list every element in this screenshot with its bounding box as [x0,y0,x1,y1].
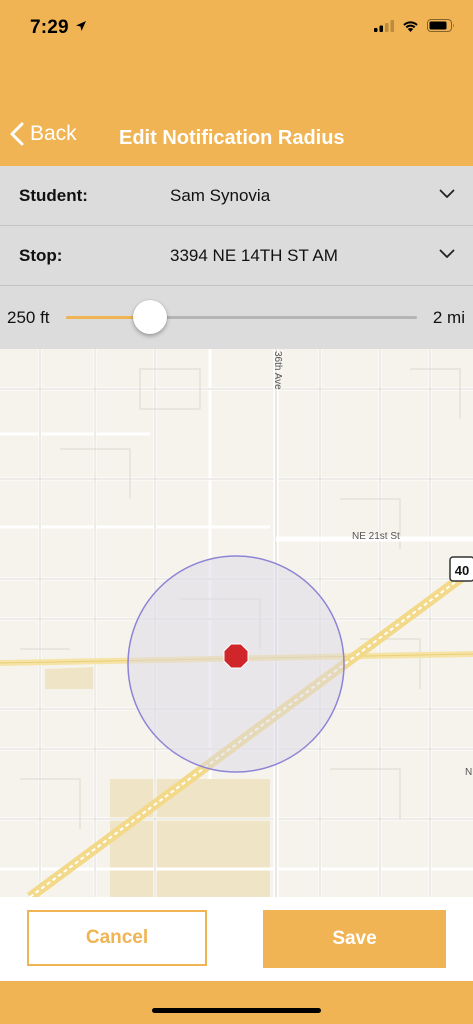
chevron-down-icon [439,249,455,258]
chevron-down-icon [439,189,455,198]
navigation-bar: Back Edit Notification Radius [0,110,473,166]
student-label: Student: [19,186,88,205]
map-label-street: NE 21st St [352,531,400,542]
map-label-edge: N [465,767,473,778]
stop-value: 3394 NE 14TH ST AM [170,246,338,265]
home-indicator [152,1008,321,1013]
status-bar: 7:29 [0,0,473,58]
slider-thumb[interactable] [133,300,168,334]
location-arrow-icon [76,21,86,31]
cellular-signal-icon [374,19,394,32]
status-icons [374,19,455,32]
battery-icon [427,19,454,32]
bus-stop-marker-icon[interactable] [223,643,249,669]
back-button[interactable]: Back [10,122,77,146]
radius-slider-row: 250 ft 2 mi [0,286,473,349]
cancel-button[interactable]: Cancel [27,910,207,966]
stop-select[interactable]: Stop: 3394 NE 14TH ST AM [0,226,473,286]
stop-label: Stop: [19,246,63,265]
save-button[interactable]: Save [263,910,446,968]
back-label: Back [30,122,77,145]
route-shield-icon: 40 [449,556,473,582]
student-select[interactable]: Student: Sam Synovia [0,166,473,226]
action-bar: Cancel Save [0,897,473,981]
status-time: 7:29 [30,17,69,38]
slider-max-label: 2 mi [432,308,465,327]
wifi-icon [403,20,418,32]
map-streets: 40 [0,349,473,897]
chevron-left-icon [10,122,24,146]
map-view[interactable]: 40 36th Ave NE 21st St N [0,349,473,897]
slider-min-label: 250 ft [7,308,50,327]
route-shield-label: 40 [455,563,469,578]
page-title: Edit Notification Radius [119,127,345,149]
student-value: Sam Synovia [170,186,271,205]
map-label-avenue: 36th Ave [272,351,283,390]
